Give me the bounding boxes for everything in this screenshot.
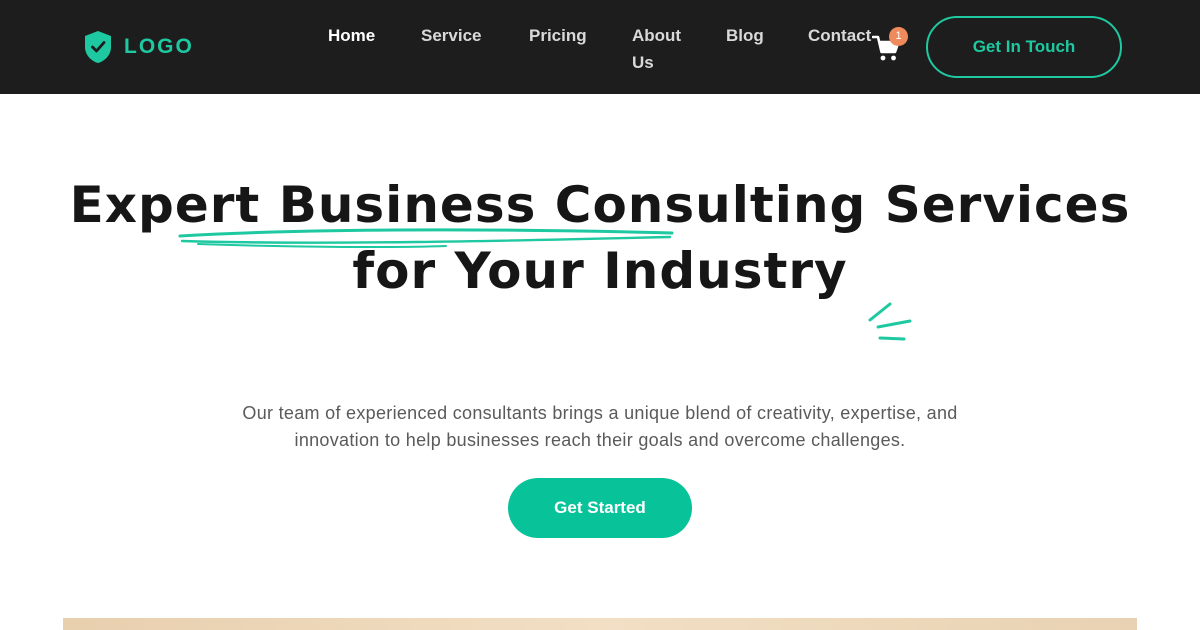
nav-item-contact[interactable]: Contact [808,22,871,49]
sparkle-accent [868,302,912,341]
subtext-line-1: Our team of experienced consultants brin… [242,403,958,423]
nav-item-about-us[interactable]: About Us [632,22,688,76]
get-started-button[interactable]: Get Started [508,478,692,538]
cart-count-badge: 1 [889,27,908,46]
get-in-touch-button[interactable]: Get In Touch [926,16,1122,78]
logo-text: LOGO [124,35,194,58]
logo[interactable]: LOGO [84,30,194,64]
hero-image-strip [63,618,1137,630]
shield-check-icon [85,31,111,63]
scribble-underline [178,228,674,249]
nav-item-service[interactable]: Service [421,22,482,49]
site-header: LOGO Home Service Pricing About Us Blog … [0,0,1200,94]
nav-item-home[interactable]: Home [328,22,375,49]
nav-item-blog[interactable]: Blog [726,22,764,49]
hero-subtext: Our team of experienced consultants brin… [180,400,1020,454]
subtext-line-2: innovation to help businesses reach thei… [294,430,906,450]
page: LOGO Home Service Pricing About Us Blog … [0,0,1200,630]
nav-item-pricing[interactable]: Pricing [529,22,587,49]
